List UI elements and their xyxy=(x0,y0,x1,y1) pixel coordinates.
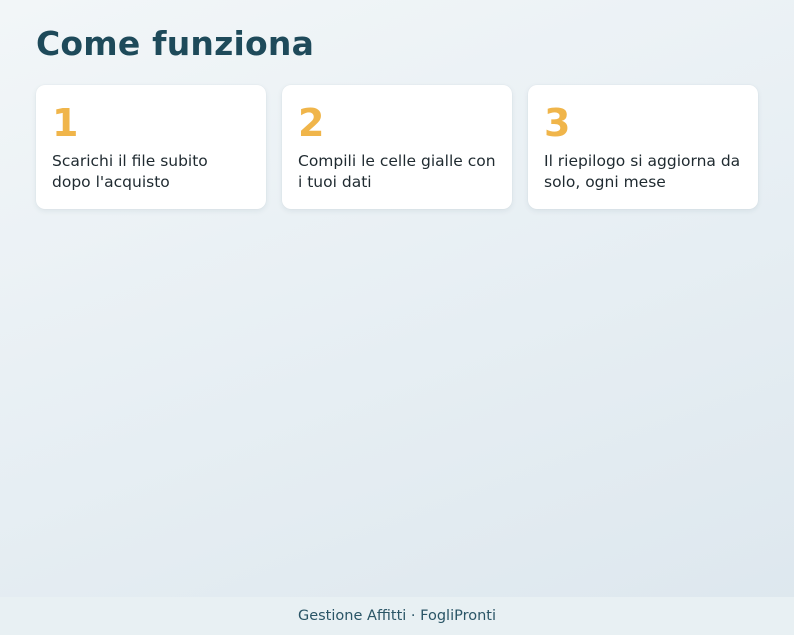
step-text: Compili le celle gialle con i tuoi dati xyxy=(298,152,496,191)
step-number: 3 xyxy=(544,101,571,145)
step-number: 1 xyxy=(52,101,79,145)
step-number: 2 xyxy=(298,101,325,145)
step-text: Scarichi il file subito dopo l'acquisto xyxy=(52,152,208,191)
step-card-3: 3 Il riepilogo si aggiorna da solo, ogni… xyxy=(528,85,758,209)
steps-list: 1 Scarichi il file subito dopo l'acquist… xyxy=(36,85,758,209)
step-card-1: 1 Scarichi il file subito dopo l'acquist… xyxy=(36,85,266,209)
step-text: Il riepilogo si aggiorna da solo, ogni m… xyxy=(544,152,741,191)
footer: Gestione Affitti · FogliPronti xyxy=(0,597,794,635)
footer-text: Gestione Affitti · FogliPronti xyxy=(297,608,497,624)
page-title: Come funziona xyxy=(36,24,315,63)
step-card-2: 2 Compili le celle gialle con i tuoi dat… xyxy=(282,85,512,209)
